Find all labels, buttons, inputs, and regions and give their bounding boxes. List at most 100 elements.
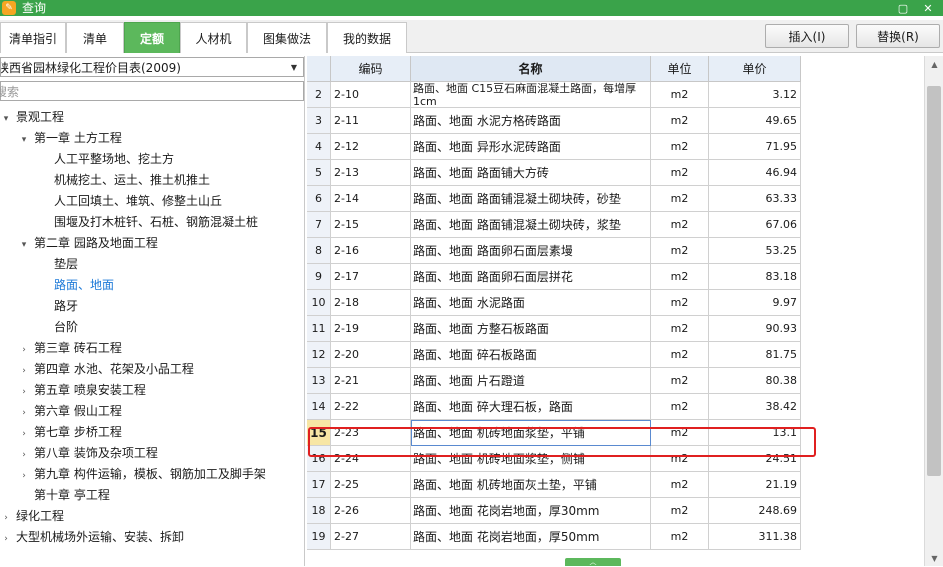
cell-unit[interactable]: m2 bbox=[651, 186, 709, 212]
insert-button[interactable]: 插入(I) bbox=[765, 24, 849, 48]
tree-node[interactable]: 路面、地面 bbox=[54, 275, 114, 296]
cell-idx[interactable]: 8 bbox=[307, 238, 331, 264]
tab-bill-guide[interactable]: 清单指引 bbox=[0, 22, 66, 53]
tree-node[interactable]: 围堰及打木桩钎、石桩、钢筋混凝土桩 bbox=[54, 212, 258, 233]
cell-name[interactable]: 路面、地面 花岗岩地面，厚30mm bbox=[411, 498, 651, 524]
cell-code[interactable]: 2-18 bbox=[331, 290, 411, 316]
tree-node[interactable]: › 第六章 假山工程 bbox=[18, 401, 122, 422]
table-row[interactable]: 8 2-16 路面、地面 路面卵石面层素墁 m2 53.25 bbox=[307, 238, 801, 264]
table-row[interactable]: 12 2-20 路面、地面 碎石板路面 m2 81.75 bbox=[307, 342, 801, 368]
cell-unit[interactable]: m2 bbox=[651, 420, 709, 446]
cell-unit[interactable]: m2 bbox=[651, 212, 709, 238]
cell-name[interactable]: 路面、地面 路面铺混凝土砌块砖，砂垫 bbox=[411, 186, 651, 212]
header-code[interactable]: 编码 bbox=[331, 56, 411, 82]
cell-code[interactable]: 2-13 bbox=[331, 160, 411, 186]
cell-price[interactable]: 24.51 bbox=[709, 446, 801, 472]
table-row[interactable]: 9 2-17 路面、地面 路面卵石面层拼花 m2 83.18 bbox=[307, 264, 801, 290]
cell-unit[interactable]: m2 bbox=[651, 290, 709, 316]
cell-idx[interactable]: 12 bbox=[307, 342, 331, 368]
tree-node[interactable]: ▾ 第一章 土方工程 bbox=[18, 128, 122, 149]
tree-node[interactable]: 人工平整场地、挖土方 bbox=[54, 149, 174, 170]
collapse-icon[interactable]: › bbox=[0, 529, 12, 550]
cell-code[interactable]: 2-15 bbox=[331, 212, 411, 238]
cell-code[interactable]: 2-14 bbox=[331, 186, 411, 212]
header-price[interactable]: 单价 bbox=[709, 56, 801, 82]
table-row[interactable]: 5 2-13 路面、地面 路面铺大方砖 m2 46.94 bbox=[307, 160, 801, 186]
cell-price[interactable]: 80.38 bbox=[709, 368, 801, 394]
cell-unit[interactable]: m2 bbox=[651, 134, 709, 160]
cell-name[interactable]: 路面、地面 花岗岩地面，厚50mm bbox=[411, 524, 651, 550]
cell-code[interactable]: 2-10 bbox=[331, 82, 411, 108]
expand-icon[interactable]: ▾ bbox=[18, 235, 30, 256]
cell-unit[interactable]: m2 bbox=[651, 342, 709, 368]
expand-icon[interactable]: ▾ bbox=[0, 109, 12, 130]
collapse-icon[interactable]: › bbox=[0, 508, 12, 529]
scroll-thumb[interactable] bbox=[927, 86, 941, 476]
cell-name[interactable]: 路面、地面 碎大理石板，路面 bbox=[411, 394, 651, 420]
cell-name[interactable]: 路面、地面 机砖地面浆垫，平铺 bbox=[411, 420, 651, 446]
cell-unit[interactable]: m2 bbox=[651, 394, 709, 420]
collapse-icon[interactable]: › bbox=[18, 403, 30, 424]
cell-price[interactable]: 83.18 bbox=[709, 264, 801, 290]
cell-price[interactable]: 46.94 bbox=[709, 160, 801, 186]
cell-code[interactable]: 2-26 bbox=[331, 498, 411, 524]
cell-code[interactable]: 2-23 bbox=[331, 420, 411, 446]
header-unit[interactable]: 单位 bbox=[651, 56, 709, 82]
cell-idx[interactable]: 15 bbox=[307, 420, 331, 446]
cell-code[interactable]: 2-11 bbox=[331, 108, 411, 134]
table-row[interactable]: 18 2-26 路面、地面 花岗岩地面，厚30mm m2 248.69 bbox=[307, 498, 801, 524]
cell-idx[interactable]: 18 bbox=[307, 498, 331, 524]
tree-node[interactable]: 路牙 bbox=[54, 296, 78, 317]
header-name[interactable]: 名称 bbox=[411, 56, 651, 82]
cell-code[interactable]: 2-25 bbox=[331, 472, 411, 498]
collapse-icon[interactable]: › bbox=[18, 361, 30, 382]
tab-quota[interactable]: 定额 bbox=[124, 22, 180, 53]
cell-name[interactable]: 路面、地面 路面铺混凝土砌块砖，浆垫 bbox=[411, 212, 651, 238]
tree-node[interactable]: › 第五章 喷泉安装工程 bbox=[18, 380, 146, 401]
scroll-down-icon[interactable]: ▼ bbox=[925, 550, 943, 566]
cell-name[interactable]: 路面、地面 机砖地面灰土垫，平铺 bbox=[411, 472, 651, 498]
cell-unit[interactable]: m2 bbox=[651, 108, 709, 134]
cell-price[interactable]: 3.12 bbox=[709, 82, 801, 108]
cell-price[interactable]: 38.42 bbox=[709, 394, 801, 420]
cell-price[interactable]: 49.65 bbox=[709, 108, 801, 134]
tree-node[interactable]: › 第七章 步桥工程 bbox=[18, 422, 122, 443]
cell-price[interactable]: 90.93 bbox=[709, 316, 801, 342]
cell-price[interactable]: 248.69 bbox=[709, 498, 801, 524]
cell-unit[interactable]: m2 bbox=[651, 524, 709, 550]
cell-idx[interactable]: 10 bbox=[307, 290, 331, 316]
collapse-icon[interactable]: › bbox=[18, 424, 30, 445]
tree-node[interactable]: ▾ 景观工程 bbox=[0, 107, 64, 128]
cell-idx[interactable]: 14 bbox=[307, 394, 331, 420]
cell-unit[interactable]: m2 bbox=[651, 238, 709, 264]
cell-unit[interactable]: m2 bbox=[651, 446, 709, 472]
tree-node[interactable]: › 第三章 砖石工程 bbox=[18, 338, 122, 359]
search-input[interactable]: 搜索 bbox=[0, 81, 304, 101]
tree-node[interactable]: 机械挖土、运土、推土机推土 bbox=[54, 170, 210, 191]
replace-button[interactable]: 替换(R) bbox=[856, 24, 940, 48]
cell-name[interactable]: 路面、地面 路面铺大方砖 bbox=[411, 160, 651, 186]
cell-idx[interactable]: 5 bbox=[307, 160, 331, 186]
table-row[interactable]: 15 2-23 路面、地面 机砖地面浆垫，平铺 m2 13.1 bbox=[307, 420, 801, 446]
expand-icon[interactable]: ▾ bbox=[18, 130, 30, 151]
cell-code[interactable]: 2-12 bbox=[331, 134, 411, 160]
table-row[interactable]: 10 2-18 路面、地面 水泥路面 m2 9.97 bbox=[307, 290, 801, 316]
tree-node[interactable]: 台阶 bbox=[54, 317, 78, 338]
cell-name[interactable]: 路面、地面 路面卵石面层素墁 bbox=[411, 238, 651, 264]
scroll-up-icon[interactable]: ▲ bbox=[925, 56, 943, 72]
splitter-grip[interactable]: ︿ bbox=[565, 558, 621, 566]
cell-name[interactable]: 路面、地面 碎石板路面 bbox=[411, 342, 651, 368]
cell-unit[interactable]: m2 bbox=[651, 498, 709, 524]
tab-atlas-method[interactable]: 图集做法 bbox=[247, 22, 327, 53]
cell-code[interactable]: 2-27 bbox=[331, 524, 411, 550]
table-row[interactable]: 7 2-15 路面、地面 路面铺混凝土砌块砖，浆垫 m2 67.06 bbox=[307, 212, 801, 238]
cell-name[interactable]: 路面、地面 片石蹬道 bbox=[411, 368, 651, 394]
chevron-down-icon[interactable]: ▼ bbox=[288, 61, 300, 73]
cell-idx[interactable]: 9 bbox=[307, 264, 331, 290]
tab-bill[interactable]: 清单 bbox=[66, 22, 124, 53]
cell-idx[interactable]: 16 bbox=[307, 446, 331, 472]
cell-name[interactable]: 路面、地面 方整石板路面 bbox=[411, 316, 651, 342]
cell-idx[interactable]: 7 bbox=[307, 212, 331, 238]
tree-node[interactable]: › 第八章 装饰及杂项工程 bbox=[18, 443, 158, 464]
table-row[interactable]: 17 2-25 路面、地面 机砖地面灰土垫，平铺 m2 21.19 bbox=[307, 472, 801, 498]
